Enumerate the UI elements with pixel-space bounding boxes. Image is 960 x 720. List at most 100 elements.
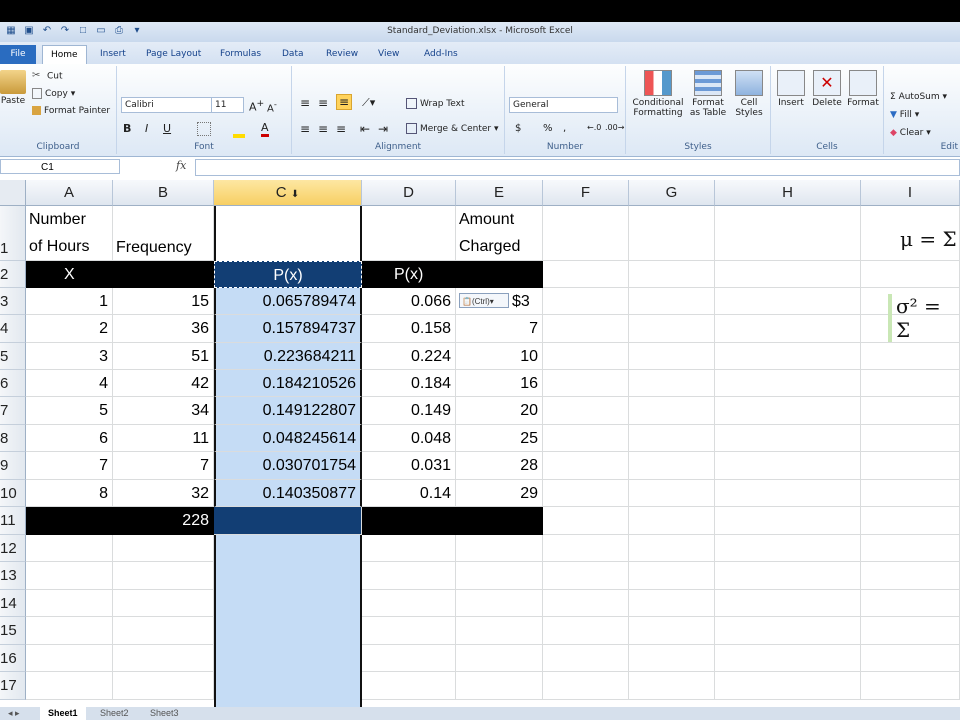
- delete-cells-button[interactable]: ✕ Delete: [809, 70, 845, 108]
- grid-cell[interactable]: [861, 562, 960, 590]
- cell-px-rounded[interactable]: 0.158: [362, 315, 456, 343]
- autosum-button[interactable]: Σ AutoSum ▾: [890, 92, 947, 102]
- cell-amount[interactable]: 20: [456, 397, 543, 425]
- grid-cell[interactable]: [715, 672, 861, 700]
- cell-x[interactable]: 8: [26, 480, 113, 507]
- grid-cell[interactable]: [715, 315, 861, 343]
- cell-a2-header[interactable]: X: [26, 261, 214, 288]
- row-header-15[interactable]: 15: [0, 617, 26, 645]
- grid-cell[interactable]: [715, 370, 861, 397]
- grid-cell[interactable]: [543, 480, 629, 507]
- grid-cell[interactable]: [715, 288, 861, 315]
- grid-cell[interactable]: [629, 562, 715, 590]
- format-painter-button[interactable]: Format Painter: [32, 106, 110, 116]
- cell-px[interactable]: 0.030701754: [214, 452, 362, 480]
- grid-cell[interactable]: [543, 645, 629, 672]
- grid-cell[interactable]: [113, 590, 214, 617]
- grid-cell[interactable]: [26, 645, 113, 672]
- cell-b1[interactable]: Frequency: [113, 206, 214, 261]
- row-header-6[interactable]: 6: [0, 370, 26, 397]
- tab-view[interactable]: View: [370, 45, 407, 64]
- grid-cell[interactable]: [629, 480, 715, 507]
- grid-cell[interactable]: [629, 507, 715, 535]
- sheet-nav-arrows[interactable]: ◂ ▸: [0, 707, 28, 720]
- cell-styles-button[interactable]: Cell Styles: [730, 70, 768, 118]
- grid-cell[interactable]: [715, 562, 861, 590]
- grid-cell[interactable]: [456, 590, 543, 617]
- row-header-8[interactable]: 8: [0, 425, 26, 452]
- row-header-17[interactable]: 17: [0, 672, 26, 700]
- grid-cell[interactable]: [715, 452, 861, 480]
- grid-cell[interactable]: [113, 672, 214, 700]
- grid-cell[interactable]: [715, 206, 861, 261]
- cell-amount[interactable]: 7: [456, 315, 543, 343]
- tab-review[interactable]: Review: [318, 45, 366, 64]
- tab-add-ins[interactable]: Add-Ins: [416, 45, 466, 64]
- grid-cell[interactable]: [113, 562, 214, 590]
- grid-cell[interactable]: [861, 645, 960, 672]
- row-header-3[interactable]: 3: [0, 288, 26, 315]
- column-header-g[interactable]: G: [629, 180, 715, 206]
- grid-cell[interactable]: [543, 617, 629, 645]
- grid-cell[interactable]: [715, 480, 861, 507]
- grid-cell[interactable]: [543, 425, 629, 452]
- cell-px-rounded[interactable]: 0.184: [362, 370, 456, 397]
- grid-cell[interactable]: [543, 397, 629, 425]
- cell-frequency[interactable]: 34: [113, 397, 214, 425]
- tab-sheet2[interactable]: Sheet2: [92, 707, 137, 720]
- cell-px-rounded[interactable]: 0.149: [362, 397, 456, 425]
- bold-button[interactable]: B: [123, 122, 131, 135]
- insert-function-button[interactable]: fx: [176, 159, 186, 172]
- grid-cell[interactable]: [543, 452, 629, 480]
- grid-cell[interactable]: [861, 343, 960, 370]
- grid-cell[interactable]: [543, 370, 629, 397]
- cell-amount[interactable]: 16: [456, 370, 543, 397]
- grid-cell[interactable]: [629, 645, 715, 672]
- cell-frequency[interactable]: 42: [113, 370, 214, 397]
- grid-cell[interactable]: [26, 562, 113, 590]
- grid-cell[interactable]: [629, 452, 715, 480]
- cell-px-rounded[interactable]: 0.224: [362, 343, 456, 370]
- accounting-format-button[interactable]: $: [515, 123, 521, 134]
- grid-cell[interactable]: [715, 261, 861, 288]
- grid-cell[interactable]: [861, 672, 960, 700]
- grid-cell[interactable]: [629, 672, 715, 700]
- grid-cell[interactable]: [362, 206, 456, 261]
- grid-cell[interactable]: [113, 645, 214, 672]
- cell-px-rounded[interactable]: 0.048: [362, 425, 456, 452]
- grid-cell[interactable]: [456, 672, 543, 700]
- align-top-icon[interactable]: ≡: [300, 96, 310, 110]
- cut-button[interactable]: ✂ Cut: [32, 70, 63, 82]
- grid-cell[interactable]: [629, 315, 715, 343]
- cell-px[interactable]: 0.149122807: [214, 397, 362, 425]
- cell-x[interactable]: 1: [26, 288, 113, 315]
- name-box[interactable]: C1: [0, 159, 120, 174]
- format-cells-button[interactable]: Format: [845, 70, 881, 108]
- column-header-b[interactable]: B: [113, 180, 214, 206]
- italic-button[interactable]: I: [145, 122, 148, 135]
- grid-cell[interactable]: [861, 590, 960, 617]
- grid-cell[interactable]: [629, 425, 715, 452]
- fill-button[interactable]: ▼ Fill ▾: [890, 110, 919, 120]
- cell-px[interactable]: 0.157894737: [214, 315, 362, 343]
- cell-c11[interactable]: [214, 507, 362, 535]
- cell-frequency[interactable]: 7: [113, 452, 214, 480]
- cell-x[interactable]: 4: [26, 370, 113, 397]
- cell-px[interactable]: 0.048245614: [214, 425, 362, 452]
- cell-d2-header[interactable]: P(x): [362, 261, 543, 288]
- cell-x[interactable]: 7: [26, 452, 113, 480]
- cell-px[interactable]: 0.223684211: [214, 343, 362, 370]
- column-header-f[interactable]: F: [543, 180, 629, 206]
- cell-e3-value[interactable]: $3: [512, 288, 543, 315]
- grid-cell[interactable]: [861, 480, 960, 507]
- row-header-5[interactable]: 5: [0, 343, 26, 370]
- grid-cell[interactable]: [861, 452, 960, 480]
- column-header-d[interactable]: D: [362, 180, 456, 206]
- cell-x[interactable]: 2: [26, 315, 113, 343]
- cell-x[interactable]: 3: [26, 343, 113, 370]
- paste-options-button[interactable]: 📋(Ctrl)▾: [459, 293, 509, 308]
- cell-frequency[interactable]: 15: [113, 288, 214, 315]
- worksheet-grid[interactable]: A B C ⬇ D E F G H I 1 2 3 4 5 6 7 8 9 10…: [0, 177, 960, 707]
- align-right-icon[interactable]: ≡: [336, 122, 346, 136]
- column-header-c[interactable]: C ⬇: [214, 180, 362, 206]
